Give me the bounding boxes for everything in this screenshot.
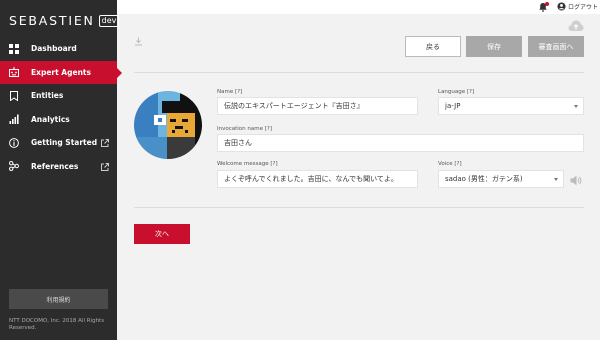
external-link-icon	[101, 162, 109, 171]
sidebar-item-analytics[interactable]: Analytics	[0, 108, 117, 132]
invocation-name-field[interactable]: 吉田さん	[217, 134, 584, 152]
sidebar-item-label: References	[31, 161, 79, 171]
info-icon	[9, 137, 19, 148]
top-bar: ログアウト	[117, 0, 600, 14]
voice-label: Voice [?]	[438, 161, 462, 167]
divider	[134, 72, 584, 73]
save-button[interactable]: 保存	[466, 36, 522, 57]
sidebar-nav: Dashboard Expert Agents Entities Analyti…	[0, 37, 122, 179]
review-screen-button[interactable]: 審査画面へ	[528, 36, 584, 57]
welcome-label: Welcome message [?]	[217, 161, 278, 167]
logo[interactable]: SEBASTIEN dev	[9, 13, 120, 28]
sidebar-item-entities[interactable]: Entities	[0, 84, 117, 108]
user-icon	[557, 2, 566, 11]
env-badge: dev	[98, 14, 120, 27]
welcome-value: よくぞ呼んでくれました。吉田に、なんでも聞いてよ。	[224, 175, 398, 183]
copyright: NTT DOCOMO, Inc. 2018 All Rights Reserve…	[9, 318, 105, 331]
robot-icon	[9, 67, 19, 78]
download-icon[interactable]	[134, 37, 143, 46]
name-label: Name [?]	[217, 89, 243, 95]
external-link-icon	[101, 139, 109, 147]
bookmark-icon	[9, 90, 19, 101]
language-select[interactable]: ja-JP	[438, 97, 584, 115]
brand-name: SEBASTIEN	[9, 13, 95, 28]
chevron-down-icon	[574, 105, 578, 108]
bar-chart-icon	[9, 114, 19, 125]
name-field[interactable]: 伝説のエキスパートエージェント『吉田さ』	[217, 97, 418, 115]
language-label: Language [?]	[438, 89, 475, 95]
cloud-upload-icon[interactable]	[568, 19, 584, 33]
next-button[interactable]: 次へ	[134, 224, 190, 244]
grid-icon	[9, 43, 19, 54]
sidebar-item-references[interactable]: References	[0, 155, 117, 179]
sidebar-item-expert-agents[interactable]: Expert Agents	[0, 60, 122, 84]
sidebar-item-label: Expert Agents	[31, 67, 91, 77]
invocation-label: Invocation name [?]	[217, 126, 272, 132]
sidebar: SEBASTIEN dev Dashboard Expert Agents En…	[0, 0, 122, 340]
avatar[interactable]	[134, 91, 202, 159]
name-value: 伝説のエキスパートエージェント『吉田さ』	[224, 102, 364, 110]
sidebar-item-label: Analytics	[31, 114, 70, 124]
sidebar-item-label: Entities	[31, 91, 64, 101]
sidebar-item-label: Dashboard	[31, 44, 77, 54]
terms-button[interactable]: 利用規約	[9, 289, 108, 309]
chevron-down-icon	[554, 178, 558, 181]
voice-value: sadao (男性：ガテン系)	[445, 175, 523, 183]
back-button[interactable]: 戻る	[405, 36, 461, 57]
sidebar-item-dashboard[interactable]: Dashboard	[0, 37, 117, 61]
invocation-value: 吉田さん	[224, 139, 252, 147]
welcome-message-field[interactable]: よくぞ呼んでくれました。吉田に、なんでも聞いてよ。	[217, 170, 418, 188]
nodes-icon	[9, 161, 19, 172]
divider	[134, 207, 584, 208]
speaker-icon[interactable]	[570, 175, 582, 186]
logout-link[interactable]: ログアウト	[568, 2, 598, 11]
notification-dot	[545, 2, 549, 6]
language-value: ja-JP	[445, 102, 461, 110]
sidebar-item-getting-started[interactable]: Getting Started	[0, 131, 117, 155]
sidebar-item-label: Getting Started	[31, 138, 98, 148]
voice-select[interactable]: sadao (男性：ガテン系)	[438, 170, 564, 188]
